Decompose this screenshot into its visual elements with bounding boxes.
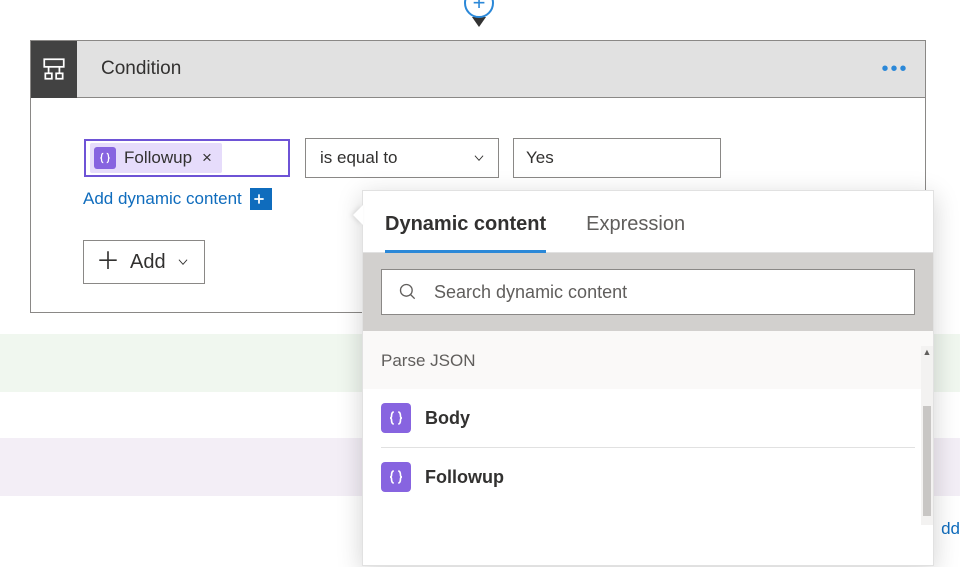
token-label: Followup [124, 148, 198, 168]
tab-dynamic-content[interactable]: Dynamic content [385, 213, 546, 253]
card-more-menu[interactable]: ••• [865, 58, 925, 81]
condition-operator-dropdown[interactable]: is equal to [305, 138, 499, 178]
chevron-down-icon [472, 151, 486, 165]
result-group-header: Parse JSON [363, 331, 933, 389]
add-dynamic-content-link[interactable]: Add dynamic content [83, 189, 242, 209]
scroll-thumb[interactable] [923, 406, 931, 516]
operator-label: is equal to [320, 148, 398, 168]
condition-card-header[interactable]: Condition ••• [31, 41, 925, 98]
condition-icon [31, 41, 77, 98]
json-token-icon [381, 462, 411, 492]
token-remove-button[interactable]: × [198, 148, 216, 168]
json-token-icon [94, 147, 116, 169]
tab-expression[interactable]: Expression [586, 213, 685, 252]
flyout-pointer [353, 205, 363, 225]
flyout-scrollbar[interactable]: ▲ [921, 346, 933, 525]
condition-title: Condition [77, 58, 865, 80]
add-step-button[interactable]: + [464, 0, 494, 18]
add-button-label: Add [130, 251, 166, 274]
condition-left-operand[interactable]: Followup × [83, 138, 291, 178]
add-condition-row-button[interactable]: ＋ Add [83, 240, 205, 284]
dynamic-item-body[interactable]: Body [363, 389, 933, 447]
condition-right-operand[interactable]: Yes [513, 138, 721, 178]
search-icon [398, 282, 418, 302]
dynamic-content-flyout: Dynamic content Expression Parse JSON Bo… [362, 190, 934, 566]
plus-icon: ＋ [96, 250, 120, 274]
json-token-icon [381, 403, 411, 433]
dynamic-item-label: Body [425, 408, 470, 429]
flow-connector: + [476, 0, 484, 38]
add-dynamic-content-button[interactable] [250, 188, 272, 210]
dynamic-item-followup[interactable]: Followup [363, 448, 933, 506]
dynamic-item-label: Followup [425, 467, 504, 488]
scroll-up-icon[interactable]: ▲ [921, 346, 933, 358]
flyout-tabs: Dynamic content Expression [363, 191, 933, 253]
search-dynamic-content[interactable] [381, 269, 915, 315]
search-input[interactable] [432, 281, 898, 304]
condition-row: Followup × is equal to Yes [83, 138, 873, 178]
chevron-down-icon [176, 255, 190, 269]
overflow-link-fragment[interactable]: dd [941, 519, 960, 539]
right-value-text: Yes [526, 148, 554, 168]
dynamic-token-followup: Followup × [90, 143, 222, 173]
